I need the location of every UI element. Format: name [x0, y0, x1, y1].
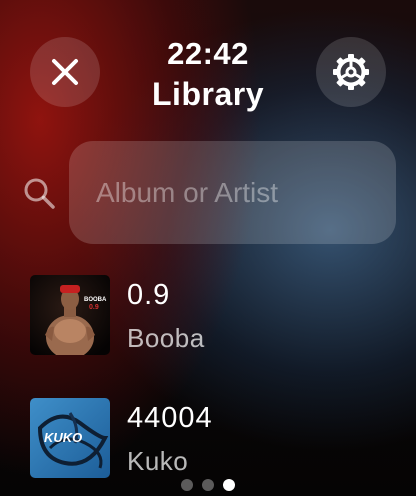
album-artist: Kuko	[127, 446, 189, 476]
search-placeholder: Album or Artist	[96, 176, 279, 208]
page-dot-current[interactable]	[223, 479, 235, 491]
page-title: Library	[152, 76, 264, 112]
close-button[interactable]	[30, 37, 100, 107]
svg-text:0.9: 0.9	[89, 304, 99, 311]
album-cover: BOOBA 0.9	[30, 275, 110, 355]
album-cover: KUKO	[30, 398, 110, 478]
search-input[interactable]: Album or Artist	[69, 141, 396, 244]
close-icon	[52, 59, 78, 85]
album-row-booba[interactable]: BOOBA 0.9 0.9 Booba	[30, 275, 400, 357]
page-dot[interactable]	[202, 479, 214, 491]
album-title: 44004	[127, 402, 213, 434]
album-artist: Booba	[127, 323, 205, 353]
clock-time: 22:42	[167, 36, 249, 71]
search-icon	[24, 178, 55, 209]
settings-button[interactable]	[316, 37, 386, 107]
page-dot[interactable]	[181, 479, 193, 491]
svg-text:KUKO: KUKO	[44, 430, 82, 445]
svg-text:BOOBA: BOOBA	[84, 297, 107, 303]
gear-icon	[333, 54, 369, 90]
album-row-kuko[interactable]: KUKO 44004 Kuko	[30, 398, 400, 480]
album-title: 0.9	[127, 279, 171, 311]
page-indicator	[0, 479, 416, 493]
